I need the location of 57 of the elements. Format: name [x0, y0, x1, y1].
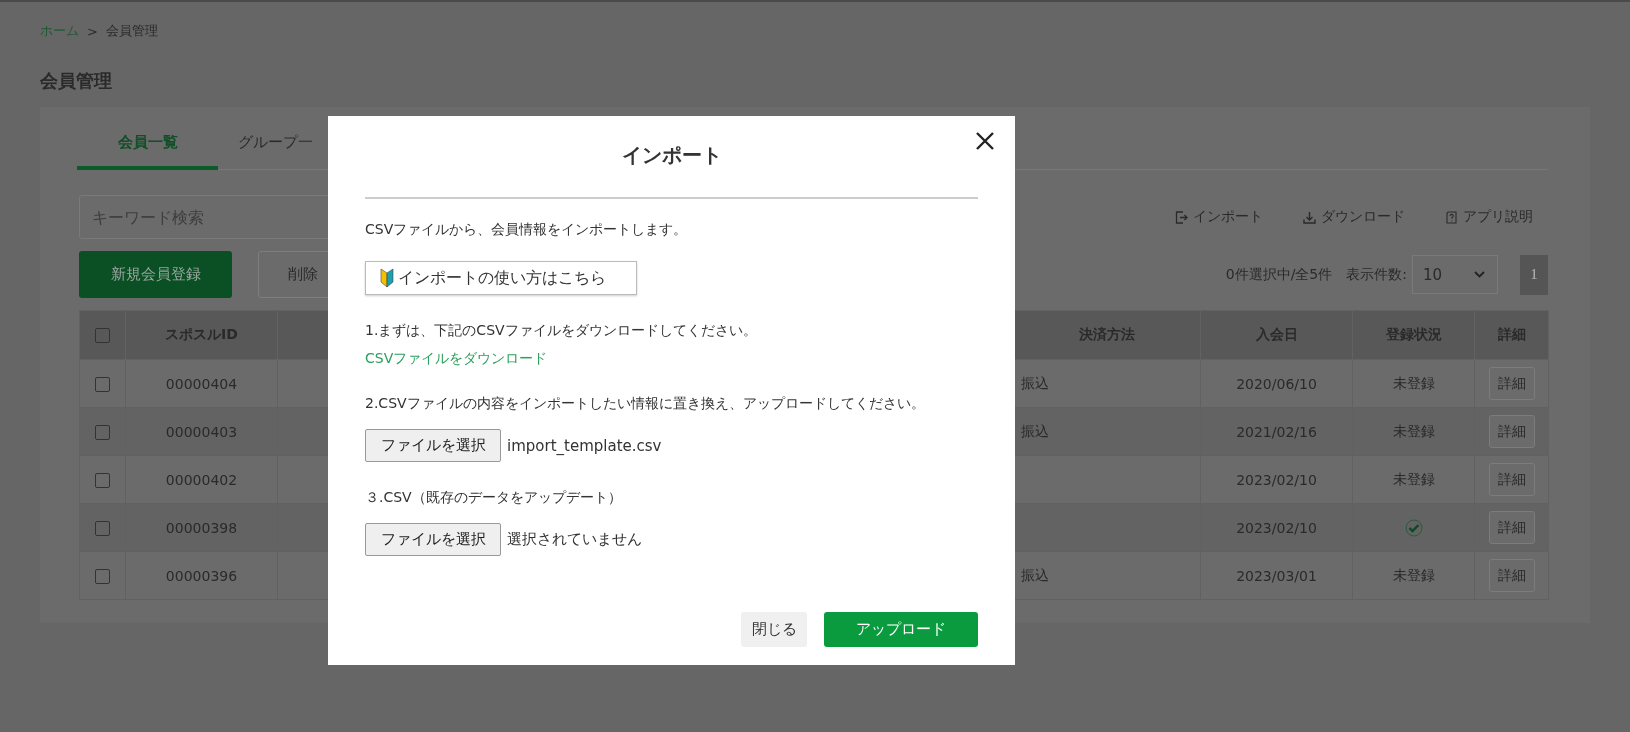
step-text: 1.まずは、下記のCSVファイルをダウンロードしてください。 — [365, 322, 757, 340]
tab[interactable]: 会員一覧 — [77, 133, 218, 170]
page-title: 会員管理 — [40, 69, 113, 93]
detail-button[interactable]: 詳細 — [1488, 415, 1535, 448]
download-icon — [1303, 210, 1316, 224]
table-cell: 2023/02/10 — [1236, 471, 1317, 488]
dialog-title: インポート — [620, 142, 723, 169]
table-cell: 未登録 — [1392, 470, 1435, 487]
table-cell: 振込 — [1021, 422, 1049, 439]
table-cell: 2023/03/01 — [1236, 567, 1317, 584]
table-cell: 00000402 — [165, 471, 238, 488]
checkbox[interactable] — [95, 376, 110, 392]
file-choose-button[interactable]: ファイルを選択 — [365, 429, 501, 462]
step-text: ３.CSV（既存のデータをアップデート） — [365, 489, 622, 507]
table-cell: 振込 — [1021, 566, 1049, 583]
file-name: 選択されていません — [507, 530, 642, 549]
table-cell: 未登録 — [1392, 422, 1435, 439]
step-text: 2.CSVファイルの内容をインポートしたい情報に置き換え、アップロードしてください。 — [365, 395, 925, 413]
import-icon — [1175, 210, 1188, 224]
table-cell: 00000403 — [165, 423, 238, 440]
table-cell: 未登録 — [1392, 374, 1435, 391]
detail-button[interactable]: 詳細 — [1488, 367, 1535, 400]
toolbar-link[interactable]: ダウンロード — [1303, 208, 1405, 226]
checkbox[interactable] — [95, 568, 110, 584]
table-cell: 2021/02/16 — [1236, 423, 1317, 440]
page-size-label: 表示件数: — [1346, 265, 1407, 284]
selection-count: 0件選択中/全5件 — [1225, 265, 1333, 284]
close-icon[interactable] — [975, 131, 995, 151]
page-button[interactable]: 1 — [1520, 254, 1548, 295]
file-choose-button[interactable]: ファイルを選択 — [365, 523, 501, 556]
action-button[interactable]: 新規会員登録 — [79, 251, 232, 298]
help-icon — [1445, 210, 1458, 224]
page-size-select[interactable]: 10 — [1412, 255, 1498, 294]
table-cell: 未登録 — [1392, 566, 1435, 583]
table-cell: 00000396 — [165, 567, 238, 584]
chevron-down-icon — [1474, 271, 1485, 278]
table-cell: 00000398 — [165, 519, 238, 536]
beginner-mark-icon — [380, 268, 394, 288]
checkbox[interactable] — [95, 424, 110, 440]
detail-button[interactable]: 詳細 — [1488, 463, 1535, 496]
toolbar-link[interactable]: アプリ説明 — [1445, 208, 1533, 226]
table-cell: 00000404 — [165, 375, 238, 392]
guide-button[interactable]: インポートの使い方はこちら — [365, 261, 637, 295]
checkbox[interactable] — [95, 520, 110, 536]
toolbar-link[interactable]: インポート — [1175, 208, 1263, 226]
checkbox[interactable] — [95, 472, 110, 488]
csv-download-link[interactable]: CSVファイルをダウンロード — [365, 350, 548, 368]
detail-button[interactable]: 詳細 — [1488, 511, 1535, 544]
detail-button[interactable]: 詳細 — [1488, 559, 1535, 592]
upload-button[interactable]: アップロード — [824, 612, 978, 647]
table-cell: 振込 — [1021, 374, 1049, 391]
file-name: import_template.csv — [507, 436, 662, 455]
checkbox[interactable] — [95, 328, 110, 344]
close-button[interactable]: 閉じる — [741, 612, 807, 647]
breadcrumb-separator: > — [87, 23, 98, 39]
table-cell: 2023/02/10 — [1236, 519, 1317, 536]
table-cell: 2020/06/10 — [1236, 375, 1317, 392]
